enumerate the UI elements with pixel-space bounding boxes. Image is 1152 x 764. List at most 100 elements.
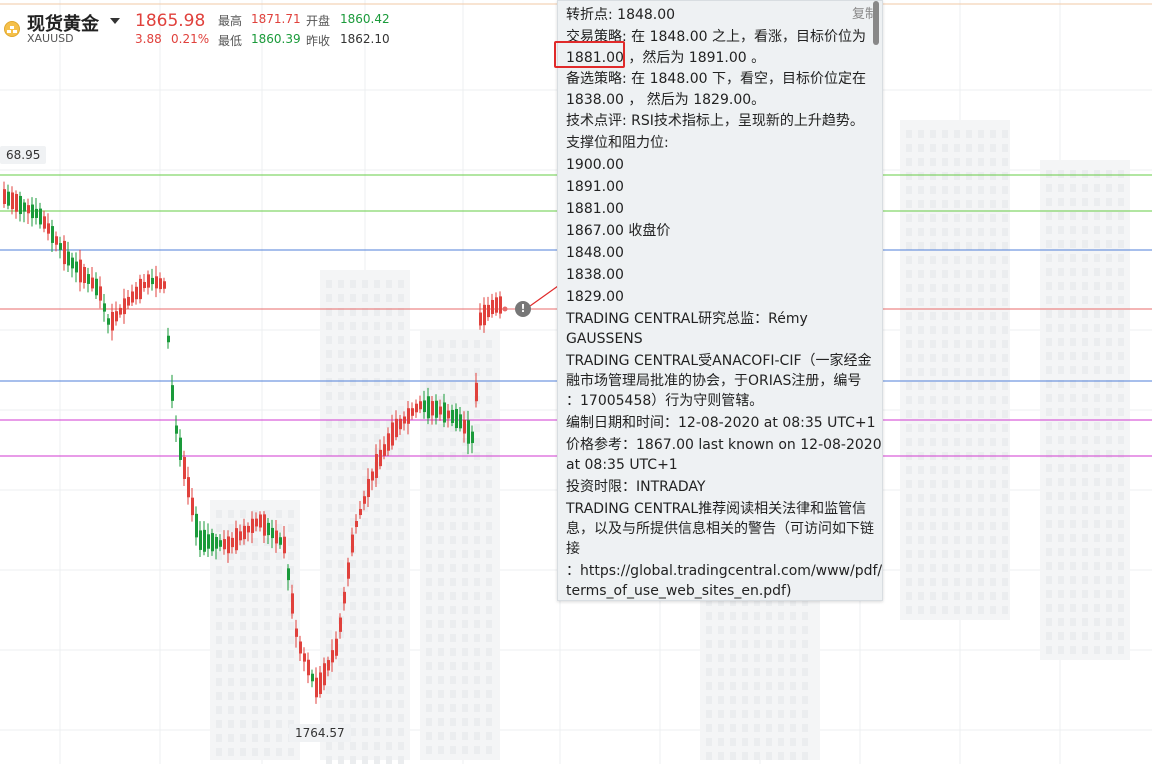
- watermark-window: [918, 494, 924, 502]
- watermark-window: [966, 550, 972, 558]
- candle-body: [59, 243, 62, 250]
- watermark-window: [326, 616, 332, 624]
- candle-body: [431, 401, 434, 416]
- watermark-window: [718, 626, 724, 634]
- watermark-window: [276, 734, 282, 742]
- watermark-window: [1106, 240, 1112, 248]
- watermark-window: [1106, 520, 1112, 528]
- watermark-window: [906, 592, 912, 600]
- candle-body: [259, 514, 262, 528]
- watermark-window: [930, 172, 936, 180]
- watermark-window: [1094, 534, 1100, 542]
- watermark-window: [450, 354, 456, 362]
- watermark-window: [978, 228, 984, 236]
- watermark-window: [438, 704, 444, 712]
- watermark-window: [942, 186, 948, 194]
- watermark-window: [1094, 632, 1100, 640]
- watermark-window: [474, 564, 480, 572]
- watermark-window: [438, 676, 444, 684]
- watermark-window: [1070, 576, 1076, 584]
- watermark-window: [374, 532, 380, 540]
- watermark-window: [216, 636, 222, 644]
- watermark-window: [954, 298, 960, 306]
- watermark-window: [426, 648, 432, 656]
- watermark-window: [474, 508, 480, 516]
- candle-body: [79, 259, 82, 283]
- watermark-window: [978, 242, 984, 250]
- candle-body: [487, 304, 490, 318]
- watermark-window: [990, 214, 996, 222]
- watermark-window: [1002, 256, 1008, 264]
- watermark-window: [1118, 520, 1124, 528]
- watermark-window: [474, 718, 480, 726]
- price-change-percent: 0.21%: [171, 32, 210, 46]
- watermark-window: [386, 588, 392, 596]
- watermark-window: [966, 270, 972, 278]
- watermark-window: [1046, 520, 1052, 528]
- watermark-window: [1002, 242, 1008, 250]
- watermark-window: [438, 522, 444, 530]
- watermark-window: [350, 560, 356, 568]
- watermark-window: [930, 480, 936, 488]
- candle-body: [499, 296, 502, 314]
- watermark-window: [754, 654, 760, 662]
- watermark-window: [990, 312, 996, 320]
- watermark-window: [1118, 492, 1124, 500]
- popup-scrollbar[interactable]: [873, 1, 879, 45]
- watermark-window: [252, 510, 258, 518]
- candle-body: [163, 281, 166, 289]
- candle-body: [7, 191, 10, 206]
- watermark-window: [954, 522, 960, 530]
- watermark-window: [1106, 464, 1112, 472]
- chevron-down-icon[interactable]: [110, 18, 120, 24]
- watermark-window: [1058, 534, 1064, 542]
- candle-body: [471, 431, 474, 444]
- watermark-window: [1070, 422, 1076, 430]
- watermark-window: [1002, 508, 1008, 516]
- watermark-window: [1002, 368, 1008, 376]
- watermark-window: [276, 510, 282, 518]
- watermark-window: [486, 634, 492, 642]
- watermark-window: [362, 588, 368, 596]
- watermark-window: [1094, 492, 1100, 500]
- watermark-window: [350, 420, 356, 428]
- watermark-window: [942, 578, 948, 586]
- watermark-window: [954, 284, 960, 292]
- watermark-window: [754, 724, 760, 732]
- watermark-window: [326, 420, 332, 428]
- candle-body: [11, 192, 14, 210]
- watermark-window: [730, 668, 736, 676]
- watermark-window: [918, 298, 924, 306]
- watermark-window: [1002, 480, 1008, 488]
- watermark-window: [1046, 310, 1052, 318]
- watermark-window: [942, 130, 948, 138]
- watermark-window: [754, 668, 760, 676]
- watermark-window: [1070, 394, 1076, 402]
- watermark-window: [426, 746, 432, 754]
- watermark-window: [1094, 408, 1100, 416]
- watermark-window: [1094, 436, 1100, 444]
- watermark-window: [918, 578, 924, 586]
- info-icon[interactable]: !: [515, 301, 531, 317]
- watermark-window: [978, 550, 984, 558]
- candle-body: [31, 204, 34, 219]
- watermark-window: [1106, 534, 1112, 542]
- low-price-tag: 1764.57: [289, 724, 351, 742]
- watermark-window: [990, 186, 996, 194]
- watermark-window: [1058, 338, 1064, 346]
- watermark-window: [486, 662, 492, 670]
- candle-body: [403, 416, 406, 424]
- watermark-window: [398, 378, 404, 386]
- watermark-window: [288, 748, 294, 756]
- watermark-window: [240, 706, 246, 714]
- popup-line: 1900.00: [566, 157, 624, 173]
- watermark-window: [350, 672, 356, 680]
- watermark-window: [954, 158, 960, 166]
- candle-body: [243, 525, 246, 540]
- watermark-window: [1046, 618, 1052, 626]
- watermark-window: [1106, 338, 1112, 346]
- watermark-window: [474, 634, 480, 642]
- watermark-window: [954, 578, 960, 586]
- watermark-window: [216, 650, 222, 658]
- watermark-window: [1058, 394, 1064, 402]
